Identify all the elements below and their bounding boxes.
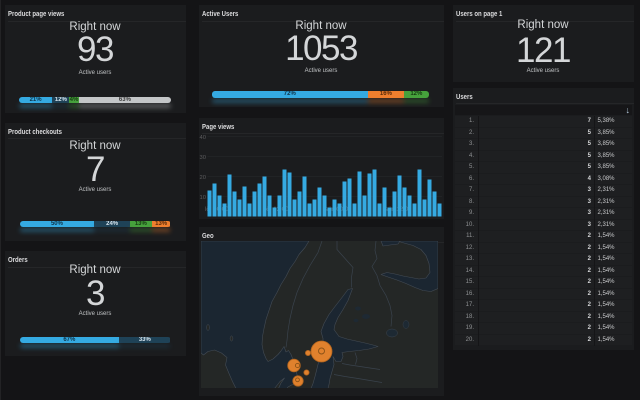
svg-text:10: 10	[199, 195, 205, 201]
svg-text:30: 30	[199, 155, 205, 161]
svg-text:20: 20	[199, 175, 205, 181]
svg-text:40: 40	[199, 135, 205, 141]
